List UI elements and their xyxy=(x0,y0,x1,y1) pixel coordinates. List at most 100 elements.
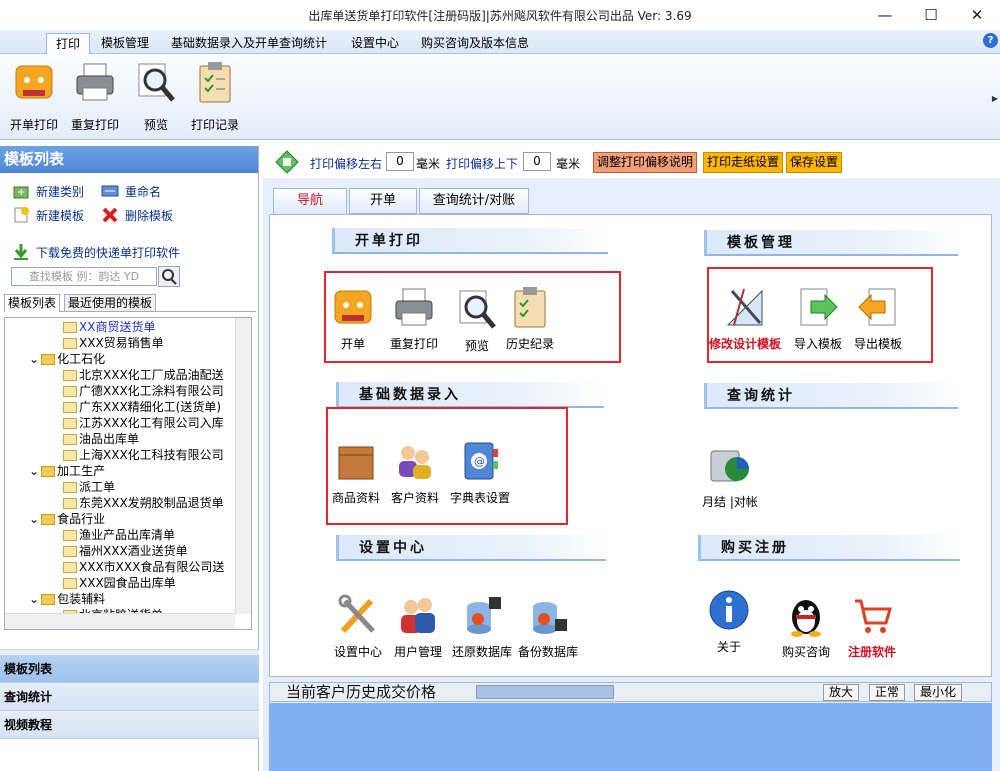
purchase-consult-button[interactable]: 购买咨询 xyxy=(782,593,830,660)
offset-ud-label: 打印偏移上下 xyxy=(446,157,519,171)
menu-tab-settings[interactable]: 设置中心 xyxy=(342,33,408,54)
backup-database-button[interactable]: 备份数据库 xyxy=(518,593,578,660)
ribbon-record-button[interactable]: 打印记录 xyxy=(186,60,244,133)
template-file-icon xyxy=(63,401,77,413)
about-button[interactable]: 关于 xyxy=(708,588,750,655)
tree-item[interactable]: 渔业产品出库清单 xyxy=(63,527,175,543)
user-management-button[interactable]: 用户管理 xyxy=(394,593,442,660)
restore-database-button[interactable]: 还原数据库 xyxy=(452,593,512,660)
clipboard-icon xyxy=(509,285,551,329)
settings-center-button[interactable]: 设置中心 xyxy=(334,593,382,660)
import-template-button[interactable]: 导入模板 xyxy=(794,285,842,352)
nav-template-list[interactable]: 模板列表 xyxy=(0,655,259,683)
export-template-button[interactable]: 导出模板 xyxy=(854,285,902,352)
tree-item[interactable]: 北京XXX化工厂成品油配送 xyxy=(63,367,224,383)
reprint-button[interactable]: 重复打印 xyxy=(390,285,438,352)
dictionary-settings-button[interactable]: @ 字典表设置 xyxy=(450,439,510,506)
tree-item[interactable]: 派工单 xyxy=(63,479,115,495)
menu-tab-basic-data[interactable]: 基础数据录入及开单查询统计 xyxy=(162,33,336,54)
nav-query-stats[interactable]: 查询统计 xyxy=(0,683,259,711)
rename-button[interactable]: 重命名 xyxy=(101,182,161,200)
edit-design-template-button[interactable]: 修改设计模板 xyxy=(709,285,781,352)
tree-item[interactable]: XXX贸易销售单 xyxy=(63,335,164,351)
search-icon xyxy=(162,269,177,285)
folder-icon xyxy=(41,513,56,525)
tree-item[interactable]: XXX园食品出库单 xyxy=(63,575,176,591)
ribbon-reprint-button[interactable]: 重复打印 xyxy=(66,60,124,133)
tree-folder[interactable]: ⌄ 加工生产 xyxy=(29,463,105,479)
database-restore-icon xyxy=(461,593,503,637)
product-data-button[interactable]: 商品资料 xyxy=(332,439,380,506)
collapse-icon[interactable]: ⌄ xyxy=(29,351,39,367)
sidebar: 模板列表 + 新建类别 重命名 新建模板 删除模板 下载免费的快递单打印软件 查… xyxy=(0,146,259,771)
offset-ud-input[interactable]: 0 xyxy=(523,152,551,171)
section-print-header: 开单打印 xyxy=(332,228,608,254)
section-buy-header: 购买注册 xyxy=(698,535,960,561)
tree-item[interactable]: 江苏XXX化工有限公司入库 xyxy=(63,415,224,431)
tree-folder[interactable]: ⌄ 食品行业 xyxy=(29,511,105,527)
preview-button[interactable]: 预览 xyxy=(456,287,498,354)
delete-template-button[interactable]: 删除模板 xyxy=(101,206,173,224)
tab-query-reconcile[interactable]: 查询统计/对账 xyxy=(419,188,529,214)
template-file-icon xyxy=(63,529,77,541)
collapse-icon[interactable]: ⌄ xyxy=(29,591,39,607)
tree-item[interactable]: XXX市XXX食品有限公司送 xyxy=(63,559,224,575)
customer-data-button[interactable]: 客户资料 xyxy=(391,439,439,506)
collapse-icon[interactable]: ⌄ xyxy=(29,463,39,479)
download-express-link[interactable]: 下载免费的快递单打印软件 xyxy=(12,243,180,261)
nav-video-tutorial[interactable]: 视频教程 xyxy=(0,711,259,739)
normal-button[interactable]: 正常 xyxy=(869,684,906,701)
tab-template-list[interactable]: 模板列表 xyxy=(4,294,61,312)
tree-item[interactable]: 油品出库单 xyxy=(63,431,139,447)
tree-item[interactable]: 上海XXX化工科技有限公司 xyxy=(63,447,224,463)
navigation-panel: 开单打印 模板管理 基础数据录入 查询统计 设置中心 购买注册 开单 重复打印 … xyxy=(269,214,992,677)
open-order-button[interactable]: 开单 xyxy=(332,285,374,352)
new-category-button[interactable]: + 新建类别 xyxy=(12,182,84,200)
new-document-icon xyxy=(12,206,30,224)
folder-icon xyxy=(41,593,56,605)
search-button[interactable] xyxy=(158,266,180,287)
register-software-button[interactable]: 注册软件 xyxy=(848,593,896,660)
save-settings-button[interactable]: 保存设置 xyxy=(786,152,843,173)
paper-feed-settings-button[interactable]: 打印走纸设置 xyxy=(703,152,784,173)
tree-folder[interactable]: ⌄ 化工石化 xyxy=(29,351,105,367)
tree-item[interactable]: XX商贸送货单 xyxy=(63,319,155,335)
template-file-icon xyxy=(63,497,77,509)
ribbon-print-button[interactable]: 开单打印 xyxy=(5,60,63,133)
history-record-button[interactable]: 历史纪录 xyxy=(506,285,554,352)
minimize-panel-button[interactable]: 最小化 xyxy=(914,684,963,701)
offset-lr-input[interactable]: 0 xyxy=(386,152,414,171)
tab-create-order[interactable]: 开单 xyxy=(349,188,417,214)
new-template-button[interactable]: 新建模板 xyxy=(12,206,84,224)
menu-tab-print[interactable]: 打印 xyxy=(46,33,91,54)
qq-penguin-icon xyxy=(785,593,827,637)
ribbon-preview-button[interactable]: 预览 xyxy=(127,60,185,133)
help-icon[interactable]: ? xyxy=(983,33,998,48)
history-price-field[interactable] xyxy=(476,685,614,699)
tab-navigation[interactable]: 导航 xyxy=(273,188,347,216)
tree-item[interactable]: 广东XXX精细化工(送货单) xyxy=(63,399,221,415)
tree-folder[interactable]: ⌄ 包装辅料 xyxy=(29,591,105,607)
info-icon xyxy=(708,588,750,632)
title-bar: 出库单送货单打印软件[注册码版]|苏州飚风软件有限公司出品 Ver: 3.69 … xyxy=(0,0,1000,30)
monthly-reconcile-button[interactable]: 月结 |对帐 xyxy=(702,443,758,510)
tree-horizontal-scrollbar[interactable] xyxy=(5,613,235,629)
tree-vertical-scrollbar[interactable] xyxy=(235,318,251,614)
tab-recent-templates[interactable]: 最近使用的模板 xyxy=(64,294,157,312)
minimize-button[interactable]: — xyxy=(862,0,908,30)
enlarge-button[interactable]: 放大 xyxy=(823,684,860,701)
tree-item[interactable]: 广德XXX化工涂料有限公司 xyxy=(63,383,224,399)
ribbon-scroll-arrow[interactable]: ▶ xyxy=(992,94,998,103)
menu-tab-buy[interactable]: 购买咨询及版本信息 xyxy=(412,33,538,54)
shopping-cart-icon xyxy=(851,593,893,637)
tree-item[interactable]: 福州XXX酒业送货单 xyxy=(63,543,188,559)
magnifier-icon xyxy=(135,60,177,104)
maximize-button[interactable]: ☐ xyxy=(908,0,954,30)
template-search-input[interactable]: 查找模板 例：韵达 YD xyxy=(11,267,157,286)
adjust-offset-help-button[interactable]: 调整打印偏移说明 xyxy=(593,152,698,173)
tree-item[interactable]: 东莞XXX发朔胶制品退货单 xyxy=(63,495,224,511)
collapse-icon[interactable]: ⌄ xyxy=(29,511,39,527)
close-button[interactable]: ✕ xyxy=(954,0,1000,30)
menu-tab-template[interactable]: 模板管理 xyxy=(92,33,158,54)
database-backup-icon xyxy=(527,593,569,637)
